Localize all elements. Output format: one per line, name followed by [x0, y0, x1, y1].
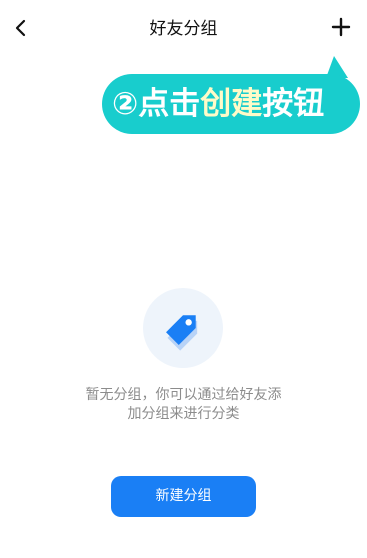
empty-state-line-2: 加分组来进行分类 — [127, 406, 240, 422]
friend-groups-page: 好友分组 ②点击创建按钮 暂无分组，你可以通过给好友添 加分组来进行分类 新建分… — [0, 0, 367, 558]
callout-suffix: 按钮 — [262, 85, 325, 122]
page-title: 好友分组 — [149, 19, 218, 39]
callout-prefix: ②点击 — [112, 85, 201, 122]
new-group-button[interactable]: 新建分组 — [111, 476, 256, 517]
empty-state-line-1: 暂无分组，你可以通过给好友添 — [85, 387, 282, 403]
empty-state-icon-circle — [143, 288, 223, 368]
plus-icon — [331, 17, 351, 37]
tags-icon — [166, 315, 198, 351]
empty-state-message: 暂无分组，你可以通过给好友添 加分组来进行分类 — [60, 386, 307, 424]
add-group-button[interactable] — [329, 15, 353, 39]
tutorial-callout: ②点击创建按钮 — [102, 74, 360, 134]
callout-highlight: 创建 — [200, 85, 263, 122]
callout-text: ②点击创建按钮 — [112, 85, 325, 122]
